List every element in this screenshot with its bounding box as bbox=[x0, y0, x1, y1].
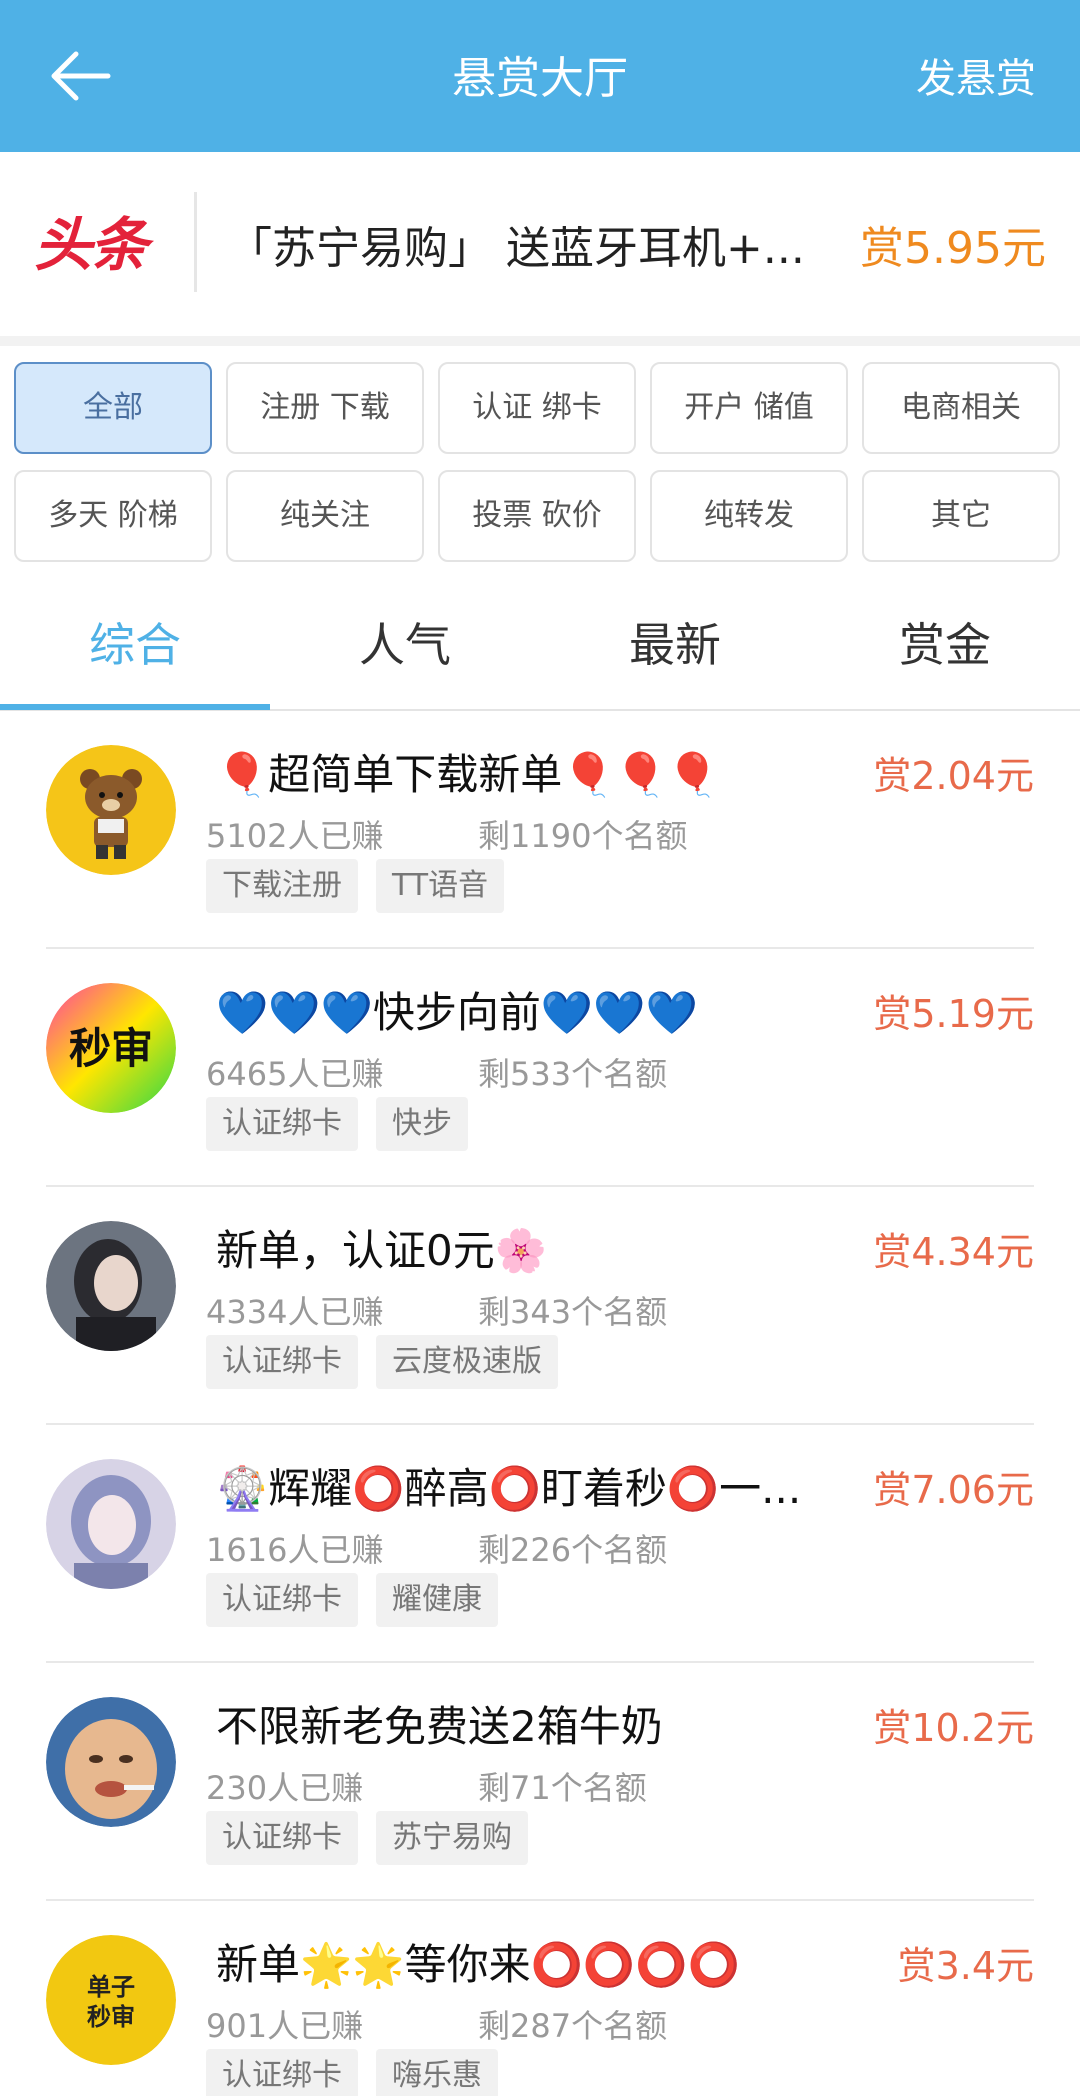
headline-logo: 头条 bbox=[34, 211, 148, 279]
earned-count: 901人已赚 bbox=[206, 2007, 364, 2045]
avatar bbox=[46, 1459, 176, 1589]
tab-newest[interactable]: 最新 bbox=[540, 590, 810, 710]
active-tab-indicator bbox=[0, 704, 270, 710]
task-stats: 901人已赚 剩287个名额 bbox=[206, 2001, 667, 2047]
category-other[interactable]: 其它 bbox=[862, 470, 1060, 562]
tag: 认证绑卡 bbox=[206, 1573, 358, 1627]
tag: 认证绑卡 bbox=[206, 2049, 358, 2096]
task-stats: 4334人已赚 剩343个名额 bbox=[206, 1287, 667, 1333]
avatar: 单子 秒审 bbox=[46, 1935, 176, 2065]
task-reward: 赏7.06元 bbox=[873, 1468, 1034, 1512]
category-register-download[interactable]: 注册 下载 bbox=[226, 362, 424, 454]
tag: 下载注册 bbox=[206, 859, 358, 913]
task-tags: 下载注册 TT语音 bbox=[206, 859, 522, 913]
tag: 嗨乐惠 bbox=[376, 2049, 498, 2096]
tag: 认证绑卡 bbox=[206, 1335, 358, 1389]
earned-count: 6465人已赚 bbox=[206, 1055, 384, 1093]
remaining-count: 剩533个名额 bbox=[478, 1055, 668, 1093]
task-reward: 赏3.4元 bbox=[897, 1944, 1034, 1988]
task-title: 💙💙💙快步向前💙💙💙 bbox=[216, 988, 698, 1037]
task-tags: 认证绑卡 快步 bbox=[206, 1097, 486, 1151]
remaining-count: 剩343个名额 bbox=[478, 1293, 668, 1331]
tag: TT语音 bbox=[376, 859, 505, 913]
category-verify-card[interactable]: 认证 绑卡 bbox=[438, 362, 636, 454]
category-ecommerce[interactable]: 电商相关 bbox=[862, 362, 1060, 454]
avatar: 秒审 bbox=[46, 983, 176, 1113]
earned-count: 5102人已赚 bbox=[206, 817, 384, 855]
earned-count: 1616人已赚 bbox=[206, 1531, 384, 1569]
category-vote[interactable]: 投票 砍价 bbox=[438, 470, 636, 562]
tag: 云度极速版 bbox=[376, 1335, 558, 1389]
sort-tabs: 综合 人气 最新 赏金 bbox=[0, 590, 1080, 711]
avatar-text: 秒审 bbox=[87, 2003, 135, 2031]
remaining-count: 剩287个名额 bbox=[478, 2007, 668, 2045]
headline-text[interactable]: 「苏宁易购」 送蓝牙耳机+... bbox=[228, 212, 828, 276]
category-multi-day[interactable]: 多天 阶梯 bbox=[14, 470, 212, 562]
tag: 耀健康 bbox=[376, 1573, 498, 1627]
task-item[interactable]: 🎈超简单下载新单🎈🎈🎈 赏2.04元 5102人已赚 剩1190个名额 下载注册 T… bbox=[0, 711, 1080, 949]
task-tags: 认证绑卡 耀健康 bbox=[206, 1573, 516, 1627]
task-stats: 5102人已赚 剩1190个名额 bbox=[206, 811, 687, 857]
earned-count: 230人已赚 bbox=[206, 1769, 364, 1807]
task-stats: 6465人已赚 剩533个名额 bbox=[206, 1049, 667, 1095]
task-tags: 认证绑卡 云度极速版 bbox=[206, 1335, 576, 1389]
category-follow[interactable]: 纯关注 bbox=[226, 470, 424, 562]
category-account-deposit[interactable]: 开户 储值 bbox=[650, 362, 848, 454]
remaining-count: 剩71个名额 bbox=[478, 1769, 647, 1807]
task-reward: 赏10.2元 bbox=[873, 1706, 1034, 1750]
category-all[interactable]: 全部 bbox=[14, 362, 212, 454]
headline-banner[interactable]: 头条 「苏宁易购」 送蓝牙耳机+... 赏5.95元 bbox=[0, 152, 1080, 336]
task-tags: 认证绑卡 嗨乐惠 bbox=[206, 2049, 516, 2096]
tag: 苏宁易购 bbox=[376, 1811, 528, 1865]
earned-count: 4334人已赚 bbox=[206, 1293, 384, 1331]
headline-reward: 赏5.95元 bbox=[860, 223, 1046, 274]
section-gap bbox=[0, 336, 1080, 346]
task-item[interactable]: 🎡辉耀⭕醉高⭕盯着秒⭕一... 赏7.06元 1616人已赚 剩226个名额 认证… bbox=[0, 1425, 1080, 1663]
avatar bbox=[46, 1697, 176, 1827]
task-reward: 赏5.19元 bbox=[873, 992, 1034, 1036]
task-reward: 赏4.34元 bbox=[873, 1230, 1034, 1274]
remaining-count: 剩226个名额 bbox=[478, 1531, 668, 1569]
task-item[interactable]: 单子 秒审 新单🌟🌟等你来⭕⭕⭕⭕ 赏3.4元 901人已赚 剩287个名额 认证… bbox=[0, 1901, 1080, 2096]
avatar-text: 秒审 bbox=[69, 1024, 153, 1073]
task-title: 🎡辉耀⭕醉高⭕盯着秒⭕一... bbox=[216, 1464, 802, 1513]
tag: 认证绑卡 bbox=[206, 1811, 358, 1865]
app-header: 悬赏大厅 发悬赏 bbox=[0, 0, 1080, 152]
avatar bbox=[46, 1221, 176, 1351]
tab-overall[interactable]: 综合 bbox=[0, 590, 270, 710]
tag: 快步 bbox=[376, 1097, 468, 1151]
remaining-count: 剩1190个名额 bbox=[478, 817, 688, 855]
avatar-text: 单子 bbox=[87, 1973, 135, 2001]
tab-popularity[interactable]: 人气 bbox=[270, 590, 540, 710]
task-item[interactable]: 新单，认证0元🌸 赏4.34元 4334人已赚 剩343个名额 认证绑卡 云度极速版 bbox=[0, 1187, 1080, 1425]
divider bbox=[194, 192, 197, 292]
task-title: 新单🌟🌟等你来⭕⭕⭕⭕ bbox=[216, 1940, 740, 1989]
task-title: 🎈超简单下载新单🎈🎈🎈 bbox=[216, 750, 720, 799]
task-stats: 1616人已赚 剩226个名额 bbox=[206, 1525, 667, 1571]
category-repost[interactable]: 纯转发 bbox=[650, 470, 848, 562]
tab-reward[interactable]: 赏金 bbox=[810, 590, 1080, 710]
task-item[interactable]: 不限新老免费送2箱牛奶 赏10.2元 230人已赚 剩71个名额 认证绑卡 苏宁易购 bbox=[0, 1663, 1080, 1901]
task-stats: 230人已赚 剩71个名额 bbox=[206, 1763, 647, 1809]
task-tags: 认证绑卡 苏宁易购 bbox=[206, 1811, 546, 1865]
task-reward: 赏2.04元 bbox=[873, 754, 1034, 798]
post-bounty-button[interactable]: 发悬赏 bbox=[916, 0, 1036, 152]
task-item[interactable]: 秒审 💙💙💙快步向前💙💙💙 赏5.19元 6465人已赚 剩533个名额 认证绑卡… bbox=[0, 949, 1080, 1187]
task-title: 不限新老免费送2箱牛奶 bbox=[216, 1702, 663, 1751]
tag: 认证绑卡 bbox=[206, 1097, 358, 1151]
avatar bbox=[46, 745, 176, 875]
task-title: 新单，认证0元🌸 bbox=[216, 1226, 548, 1275]
